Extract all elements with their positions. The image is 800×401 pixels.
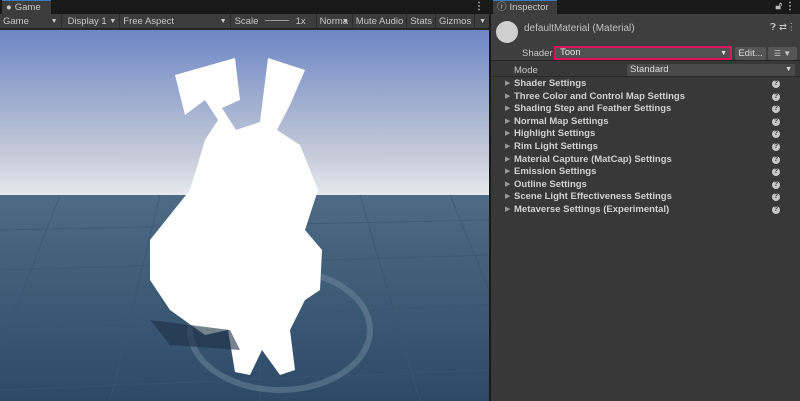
more-icon[interactable]: ⋮ <box>787 22 797 33</box>
section-label: Shading Step and Feather Settings <box>514 103 672 115</box>
help-icon[interactable]: ? <box>772 193 780 202</box>
foldout-arrow-icon: ▶ <box>505 155 511 163</box>
section-foldout[interactable]: ▶ Emission Settings? <box>491 166 800 179</box>
help-icon[interactable]: ? <box>772 205 780 214</box>
foldout-arrow-icon: ▶ <box>505 205 511 213</box>
help-icon[interactable]: ? <box>772 155 780 164</box>
foldout-arrow-icon: ▶ <box>505 168 511 176</box>
aspect-dropdown[interactable]: Free Aspect ▼ <box>120 13 231 29</box>
lock-icon[interactable]: 🔓︎ <box>776 1 782 12</box>
foldout-arrow-icon: ▶ <box>505 117 511 125</box>
section-foldout[interactable]: ▶ Metaverse Settings (Experimental)? <box>491 204 800 217</box>
tab-inspector[interactable]: ⓘ Inspector <box>493 0 557 14</box>
help-icon[interactable]: ? <box>772 142 780 151</box>
shader-label: Shader <box>522 48 553 59</box>
stats-button[interactable]: Stats <box>407 13 436 29</box>
gizmos-dropdown[interactable]: ▼ <box>475 14 489 29</box>
section-label: Normal Map Settings <box>514 115 609 127</box>
foldout-arrow-icon: ▶ <box>505 180 511 188</box>
section-foldout[interactable]: ▶ Highlight Settings? <box>491 128 800 141</box>
help-icon[interactable]: ❓︎ <box>770 22 776 33</box>
mode-dropdown[interactable]: Standard ▼ <box>627 64 795 76</box>
foldout-arrow-icon: ▶ <box>505 193 511 201</box>
info-icon: ⓘ <box>497 2 507 13</box>
foldout-arrow-icon: ▶ <box>505 142 511 150</box>
section-foldout[interactable]: ▶ Shader Settings? <box>491 78 800 91</box>
help-icon[interactable]: ? <box>772 168 780 177</box>
more-icon[interactable]: ⋮ <box>785 1 795 12</box>
shader-menu-button[interactable]: ☰ ▼ <box>768 47 797 60</box>
section-label: Emission Settings <box>514 166 597 178</box>
foldout-arrow-icon: ▶ <box>505 80 511 87</box>
section-foldout[interactable]: ▶ Normal Map Settings? <box>491 116 800 129</box>
edit-shader-button[interactable]: Edit... <box>735 47 766 60</box>
section-foldout[interactable]: ▶ Material Capture (MatCap) Settings? <box>491 154 800 167</box>
section-list: ▶ Shader Settings? ▶ Three Color and Contr… <box>491 77 800 217</box>
tab-game[interactable]: ● Game <box>2 0 51 14</box>
display-dropdown[interactable]: Display 1 ▼ <box>62 13 121 29</box>
section-label: Rim Light Settings <box>514 140 598 152</box>
mode-label: Mode <box>514 65 538 76</box>
section-foldout[interactable]: ▶ Outline Settings? <box>491 179 800 192</box>
shader-dropdown[interactable]: Toon ▼ <box>554 46 732 60</box>
foldout-arrow-icon: ▶ <box>505 92 511 100</box>
section-foldout[interactable]: ▶ Three Color and Control Map Settings? <box>491 91 800 104</box>
section-label: Outline Settings <box>514 178 587 190</box>
normal-dropdown[interactable]: Norma ▼ <box>317 13 353 29</box>
foldout-arrow-icon: ▶ <box>505 130 511 138</box>
more-icon[interactable]: ⋮ <box>474 1 484 12</box>
help-icon[interactable]: ? <box>772 105 780 114</box>
help-icon[interactable]: ? <box>772 117 780 126</box>
material-name: defaultMaterial (Material) <box>524 23 635 34</box>
gizmos-button[interactable]: Gizmos <box>436 13 476 29</box>
section-label: Highlight Settings <box>514 128 596 140</box>
scale-slider[interactable]: Scale 1x <box>231 13 317 29</box>
gamepad-icon: ● <box>6 2 12 13</box>
section-foldout[interactable]: ▶ Shading Step and Feather Settings? <box>491 103 800 116</box>
inspector-panel: ⓘ Inspector 🔓︎ ⋮ defaultMaterial (Materia… <box>491 0 800 401</box>
section-label: Material Capture (MatCap) Settings <box>514 153 672 165</box>
help-icon[interactable]: ? <box>772 180 780 189</box>
section-foldout[interactable]: ▶ Scene Light Effectiveness Settings? <box>491 191 800 204</box>
mute-audio-button[interactable]: Mute Audio <box>353 13 408 29</box>
section-label: Shader Settings <box>514 78 587 89</box>
game-viewport[interactable] <box>0 30 489 401</box>
view-dropdown[interactable]: Game ▼ <box>0 13 62 29</box>
game-panel: ● Game ⋮ Game ▼ Display 1 ▼ Free Aspect ▼ Sc… <box>0 0 489 401</box>
help-icon[interactable]: ? <box>772 92 780 101</box>
material-preview <box>496 21 518 43</box>
section-label: Metaverse Settings (Experimental) <box>514 203 670 215</box>
foldout-arrow-icon: ▶ <box>505 105 511 113</box>
help-icon[interactable]: ? <box>772 130 780 139</box>
help-icon[interactable]: ? <box>772 80 780 88</box>
section-foldout[interactable]: ▶ Rim Light Settings? <box>491 141 800 154</box>
section-label: Three Color and Control Map Settings <box>514 90 686 102</box>
section-label: Scene Light Effectiveness Settings <box>514 191 672 203</box>
